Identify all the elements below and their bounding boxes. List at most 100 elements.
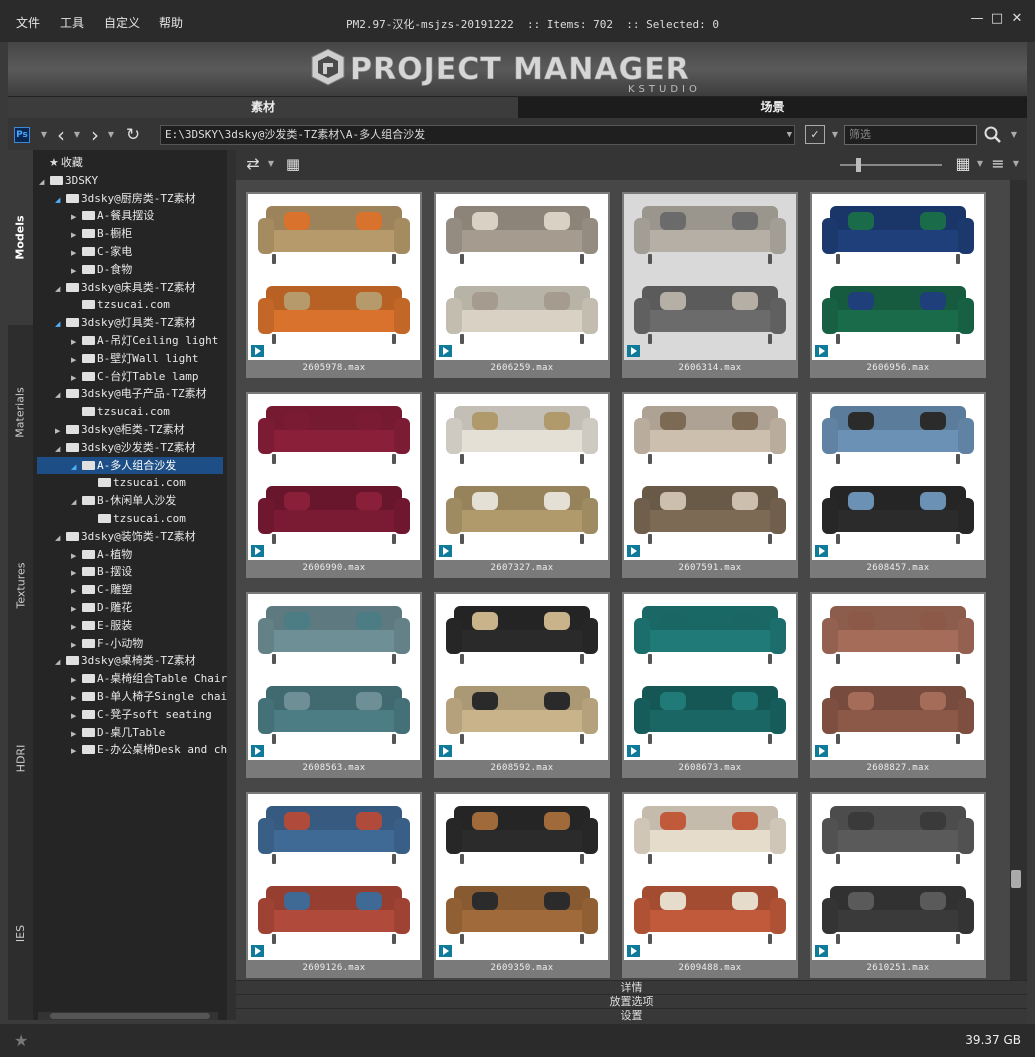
tree-node[interactable]: ▶ C-台灯Table lamp <box>71 368 198 385</box>
tree-node[interactable]: ▶ B-摆设 <box>71 563 132 580</box>
asset-thumbnail[interactable] <box>248 594 420 760</box>
menu-tools[interactable]: 工具 <box>60 14 84 31</box>
path-field[interactable]: E:\3DSKY\3dsky@沙发类-TZ素材\A-多人组合沙发 ▼ <box>160 125 795 145</box>
back-dropdown-icon[interactable]: ▼ <box>68 126 86 144</box>
grid-vertical-scrollbar[interactable] <box>1010 180 1027 980</box>
search-dropdown-icon[interactable]: ▼ <box>1005 126 1023 144</box>
grid-view-dropdown-icon[interactable]: ▼ <box>971 155 989 173</box>
search-icon[interactable] <box>984 126 1002 144</box>
asset-thumbnail[interactable] <box>624 794 796 960</box>
asset-thumbnail[interactable] <box>248 194 420 360</box>
tree-node[interactable]: ▶ E-办公桌椅Desk and chair <box>71 741 227 758</box>
thumbnail-size-slider[interactable] <box>840 158 942 172</box>
asset-thumbnail[interactable] <box>812 594 984 760</box>
asset-card[interactable]: 2609350.max <box>434 792 610 978</box>
tree-node[interactable]: ▶ A-餐具摆设 <box>71 207 154 224</box>
import-icon[interactable]: ▦ <box>284 155 302 173</box>
expand-arrow-icon[interactable]: ▶ <box>71 637 81 654</box>
asset-thumbnail[interactable] <box>812 794 984 960</box>
expand-arrow-icon[interactable]: ▶ <box>71 334 81 351</box>
asset-card[interactable]: 2605978.max <box>246 192 422 378</box>
asset-card[interactable]: 2606259.max <box>434 192 610 378</box>
settings-section[interactable]: 设置 <box>236 1008 1027 1024</box>
tree-node[interactable]: ▶ B-单人椅子Single chair <box>71 688 227 705</box>
tree-node[interactable]: ▶ A-桌椅组合Table Chair <box>71 670 227 687</box>
collapse-arrow-icon[interactable]: ◢ <box>39 174 49 191</box>
tree-node[interactable]: ◢ A-多人组合沙发 <box>37 456 223 476</box>
side-tab-models[interactable]: Models <box>8 150 33 325</box>
details-section[interactable]: 详情 <box>236 980 1027 994</box>
tree-node[interactable]: ◢ 3dsky@灯具类-TZ素材 <box>55 314 196 331</box>
maximize-icon[interactable]: □ <box>990 12 1004 26</box>
collapse-arrow-icon[interactable]: ◢ <box>55 192 65 209</box>
tree-horizontal-scrollbar[interactable] <box>38 1012 218 1020</box>
tree-node[interactable]: ◢ 3dsky@装饰类-TZ素材 <box>55 528 196 545</box>
side-tab-textures[interactable]: Textures <box>8 500 33 670</box>
favorite-star-icon[interactable]: ★ <box>14 1031 28 1050</box>
expand-arrow-icon[interactable]: ▶ <box>55 423 65 440</box>
asset-card[interactable]: 2608592.max <box>434 592 610 778</box>
forward-dropdown-icon[interactable]: ▼ <box>102 126 120 144</box>
expand-arrow-icon[interactable]: ▶ <box>71 601 81 618</box>
asset-card[interactable]: 2608827.max <box>810 592 986 778</box>
tree-node[interactable]: ▶ D-食物 <box>71 261 132 278</box>
path-dropdown-icon[interactable]: ▼ <box>787 126 792 144</box>
tree-node[interactable]: ◢ 3dsky@沙发类-TZ素材 <box>55 439 196 456</box>
menu-customize[interactable]: 自定义 <box>104 14 140 31</box>
tree-node[interactable]: ▶ F-小动物 <box>71 635 143 652</box>
tree-node[interactable]: ◢ 3dsky@厨房类-TZ素材 <box>55 190 196 207</box>
collapse-arrow-icon[interactable]: ◢ <box>71 459 81 476</box>
expand-arrow-icon[interactable]: ▶ <box>71 227 81 244</box>
expand-arrow-icon[interactable]: ▶ <box>71 370 81 387</box>
tree-node[interactable]: ▶ 3dsky@柜类-TZ素材 <box>55 421 185 438</box>
expand-arrow-icon[interactable]: ▶ <box>71 690 81 707</box>
tree-node[interactable]: ▶ D-桌几Table <box>71 724 165 741</box>
tree-node[interactable]: ▶ A-植物 <box>71 546 132 563</box>
checklist-icon[interactable]: ✓ <box>805 125 825 144</box>
tab-scene[interactable]: 场景 <box>518 97 1027 118</box>
asset-thumbnail[interactable] <box>624 194 796 360</box>
collapse-arrow-icon[interactable]: ◢ <box>55 441 65 458</box>
placement-options-section[interactable]: 放置选项 <box>236 994 1027 1008</box>
asset-thumbnail[interactable] <box>624 394 796 560</box>
tree-node[interactable]: ◢ B-休闲单人沙发 <box>71 492 176 509</box>
asset-card[interactable]: 2607327.max <box>434 392 610 578</box>
asset-thumbnail[interactable] <box>812 394 984 560</box>
tree-splitter[interactable] <box>227 150 236 1020</box>
tree-node[interactable]: tzsucai.com <box>71 403 170 420</box>
side-tab-materials[interactable]: Materials <box>8 327 33 497</box>
collapse-arrow-icon[interactable]: ◢ <box>55 530 65 547</box>
tree-node[interactable]: tzsucai.com <box>87 474 186 491</box>
minimize-icon[interactable]: — <box>970 12 984 26</box>
expand-arrow-icon[interactable]: ▶ <box>71 672 81 689</box>
sort-dropdown-icon[interactable]: ▼ <box>1007 155 1025 173</box>
asset-thumbnail[interactable] <box>436 794 608 960</box>
asset-thumbnail[interactable] <box>248 794 420 960</box>
expand-arrow-icon[interactable]: ▶ <box>71 352 81 369</box>
tree-node[interactable]: ★ 收藏 <box>39 154 83 171</box>
collapse-arrow-icon[interactable]: ◢ <box>55 654 65 671</box>
asset-thumbnail[interactable] <box>436 394 608 560</box>
tree-node[interactable]: ▶ C-凳子soft seating <box>71 706 212 723</box>
expand-arrow-icon[interactable]: ▶ <box>71 619 81 636</box>
tree-node[interactable]: tzsucai.com <box>87 510 186 527</box>
menu-file[interactable]: 文件 <box>16 14 40 31</box>
tree-node[interactable]: ▶ A-吊灯Ceiling light <box>71 332 218 349</box>
expand-arrow-icon[interactable]: ▶ <box>71 245 81 262</box>
collapse-arrow-icon[interactable]: ◢ <box>55 387 65 404</box>
tree-node[interactable]: ▶ C-雕塑 <box>71 581 132 598</box>
tree-node[interactable]: ▶ D-雕花 <box>71 599 132 616</box>
asset-card[interactable]: 2608673.max <box>622 592 798 778</box>
asset-card[interactable]: 2608457.max <box>810 392 986 578</box>
asset-card[interactable]: 2609126.max <box>246 792 422 978</box>
expand-arrow-icon[interactable]: ▶ <box>71 726 81 743</box>
photoshop-icon[interactable]: Ps <box>14 127 30 143</box>
asset-card[interactable]: 2608563.max <box>246 592 422 778</box>
tree-node[interactable]: tzsucai.com <box>71 296 170 313</box>
collapse-arrow-icon[interactable]: ◢ <box>55 281 65 298</box>
tree-node[interactable]: ▶ C-家电 <box>71 243 132 260</box>
ps-dropdown-icon[interactable]: ▼ <box>35 126 53 144</box>
asset-card[interactable]: 2607591.max <box>622 392 798 578</box>
asset-thumbnail[interactable] <box>436 194 608 360</box>
expand-arrow-icon[interactable]: ▶ <box>71 263 81 280</box>
